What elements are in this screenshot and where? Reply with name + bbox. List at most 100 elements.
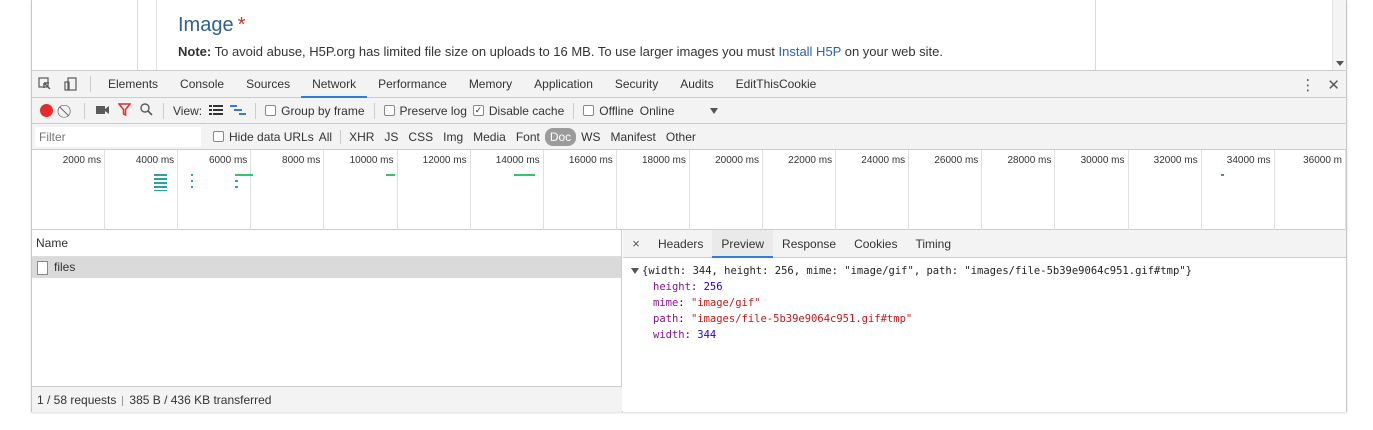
- hide-data-urls-label: Hide data URLs: [229, 129, 314, 144]
- tab-sources[interactable]: Sources: [235, 71, 301, 98]
- throttling-select[interactable]: Online: [640, 104, 675, 118]
- filter-input[interactable]: [35, 126, 201, 147]
- filter-type-xhr[interactable]: XHR: [344, 128, 379, 146]
- tab-headers[interactable]: Headers: [649, 230, 712, 258]
- inspect-element-icon[interactable]: [32, 71, 58, 97]
- json-value: 256: [703, 281, 723, 293]
- capture-screenshots-icon[interactable]: [94, 103, 110, 118]
- tab-timing[interactable]: Timing: [906, 230, 960, 258]
- tab-audits[interactable]: Audits: [669, 71, 724, 98]
- filter-type-js[interactable]: JS: [379, 128, 403, 146]
- timeline-tick-label: 36000 m: [1303, 155, 1342, 166]
- page-scrollbar[interactable]: [1332, 0, 1346, 70]
- separator: [163, 102, 164, 119]
- checkbox-checked[interactable]: ✓: [472, 104, 484, 116]
- preserve-log-checkbox[interactable]: Preserve log: [383, 104, 467, 118]
- timeline-tick-label: 16000 ms: [568, 155, 613, 166]
- separator: [573, 102, 575, 119]
- device-toolbar-icon[interactable]: [58, 71, 84, 97]
- timeline-tick-label: 24000 ms: [861, 155, 906, 166]
- tab-preview[interactable]: Preview: [712, 229, 774, 258]
- waterfall-bar: [235, 180, 238, 182]
- separator: [90, 76, 91, 92]
- tab-response[interactable]: Response: [773, 230, 845, 258]
- timeline-tick-label: 8000 ms: [282, 155, 321, 166]
- filter-type-other[interactable]: Other: [661, 128, 701, 146]
- more-options-icon[interactable]: ⋮: [1300, 76, 1315, 94]
- json-summary-row[interactable]: {width: 344, height: 256, mime: "image/g…: [631, 263, 1346, 279]
- filter-type-media[interactable]: Media: [468, 128, 511, 146]
- close-details-icon[interactable]: ×: [623, 236, 649, 251]
- note-suffix: on your web site.: [841, 44, 944, 59]
- hide-data-urls-checkbox[interactable]: Hide data URLs: [213, 130, 314, 144]
- timeline-tick-label: 20000 ms: [715, 155, 759, 166]
- checkbox-unchecked[interactable]: [265, 104, 277, 116]
- waterfall-bar: [154, 174, 167, 176]
- json-summary: {width: 344, height: 256, mime: "image/g…: [642, 265, 1192, 277]
- timeline-tick-label: 10000 ms: [349, 155, 394, 166]
- json-key: path: [653, 313, 679, 325]
- search-icon[interactable]: [138, 102, 154, 119]
- filter-type-ws[interactable]: WS: [576, 128, 605, 146]
- timeline-tick-label: 2000 ms: [62, 155, 102, 166]
- page-viewport: Image * Note: To avoid abuse, H5P.org has…: [32, 0, 1346, 70]
- tab-console[interactable]: Console: [169, 71, 235, 98]
- record-icon[interactable]: [40, 104, 53, 117]
- separator: [255, 102, 257, 119]
- timeline-tick-label: 22000 ms: [788, 155, 833, 166]
- tab-performance[interactable]: Performance: [367, 71, 458, 98]
- close-devtools-icon[interactable]: ✕: [1327, 76, 1340, 94]
- json-property: width: 344: [653, 329, 717, 341]
- waterfall-bar: [1221, 174, 1224, 176]
- group-by-frame-checkbox[interactable]: Group by frame: [265, 103, 365, 118]
- tab-editthiscookie[interactable]: EditThisCookie: [725, 71, 828, 98]
- expand-triangle-icon[interactable]: [631, 268, 639, 274]
- checkbox-unchecked[interactable]: [383, 104, 395, 116]
- filter-type-doc[interactable]: Doc: [544, 127, 577, 146]
- scroll-down-icon[interactable]: [1336, 61, 1344, 66]
- tab-memory[interactable]: Memory: [458, 71, 523, 98]
- table-row[interactable]: files: [32, 257, 621, 278]
- tab-elements[interactable]: Elements: [97, 71, 169, 98]
- timeline-overview[interactable]: 36000 m 34000 ms 32000 ms 30000 ms 28000 ms 2…: [32, 150, 1346, 230]
- filter-type-manifest[interactable]: Manifest: [606, 128, 661, 146]
- filter-type-font[interactable]: Font: [511, 128, 545, 146]
- waterfall-bar: [514, 174, 535, 176]
- devtools-window-controls: ⋮ ✕: [1300, 71, 1340, 98]
- checkbox-unchecked[interactable]: [213, 130, 224, 142]
- timeline-tick-label: 26000 ms: [934, 155, 979, 166]
- checkbox-unchecked[interactable]: [583, 104, 595, 116]
- filter-type-all[interactable]: All: [314, 128, 337, 146]
- note-prefix: Note:: [178, 44, 212, 59]
- upload-note: Note: To avoid abuse, H5P.org has limite…: [178, 44, 943, 59]
- disable-cache-checkbox[interactable]: ✓ Disable cache: [472, 104, 564, 118]
- tab-application[interactable]: Application: [523, 71, 604, 98]
- json-value: "image/gif": [690, 297, 761, 309]
- filter-type-img[interactable]: Img: [438, 128, 468, 146]
- tab-cookies[interactable]: Cookies: [845, 230, 906, 258]
- tab-security[interactable]: Security: [604, 71, 669, 98]
- group-by-frame-label: Group by frame: [281, 103, 365, 118]
- separator: [373, 102, 375, 119]
- large-rows-icon[interactable]: [208, 103, 224, 118]
- install-h5p-link[interactable]: Install H5P: [778, 44, 841, 59]
- filter-bar: Hide data URLs All XHR JS CSS Img Media …: [32, 124, 1346, 150]
- waterfall-bar: [191, 180, 193, 182]
- clear-icon[interactable]: ⃠: [59, 103, 75, 119]
- filter-type-css[interactable]: CSS: [403, 128, 438, 146]
- offline-checkbox[interactable]: Offline: [583, 104, 634, 118]
- request-name: files: [54, 260, 76, 274]
- json-property: mime: "image/gif": [653, 297, 761, 309]
- json-key: mime: [653, 297, 679, 309]
- content-box: [156, 0, 1073, 70]
- page-divider: [1095, 0, 1096, 70]
- tab-network[interactable]: Network: [301, 71, 368, 98]
- waterfall-bar: [386, 174, 395, 176]
- chevron-down-icon[interactable]: [710, 107, 719, 114]
- filter-icon[interactable]: [116, 102, 132, 119]
- timeline-tick-label: 4000 ms: [135, 155, 175, 166]
- column-header-name[interactable]: Name: [32, 230, 621, 257]
- waterfall-bar: [235, 186, 238, 188]
- overview-waterfall-icon[interactable]: [230, 103, 247, 118]
- throttling-value: Online: [639, 103, 675, 118]
